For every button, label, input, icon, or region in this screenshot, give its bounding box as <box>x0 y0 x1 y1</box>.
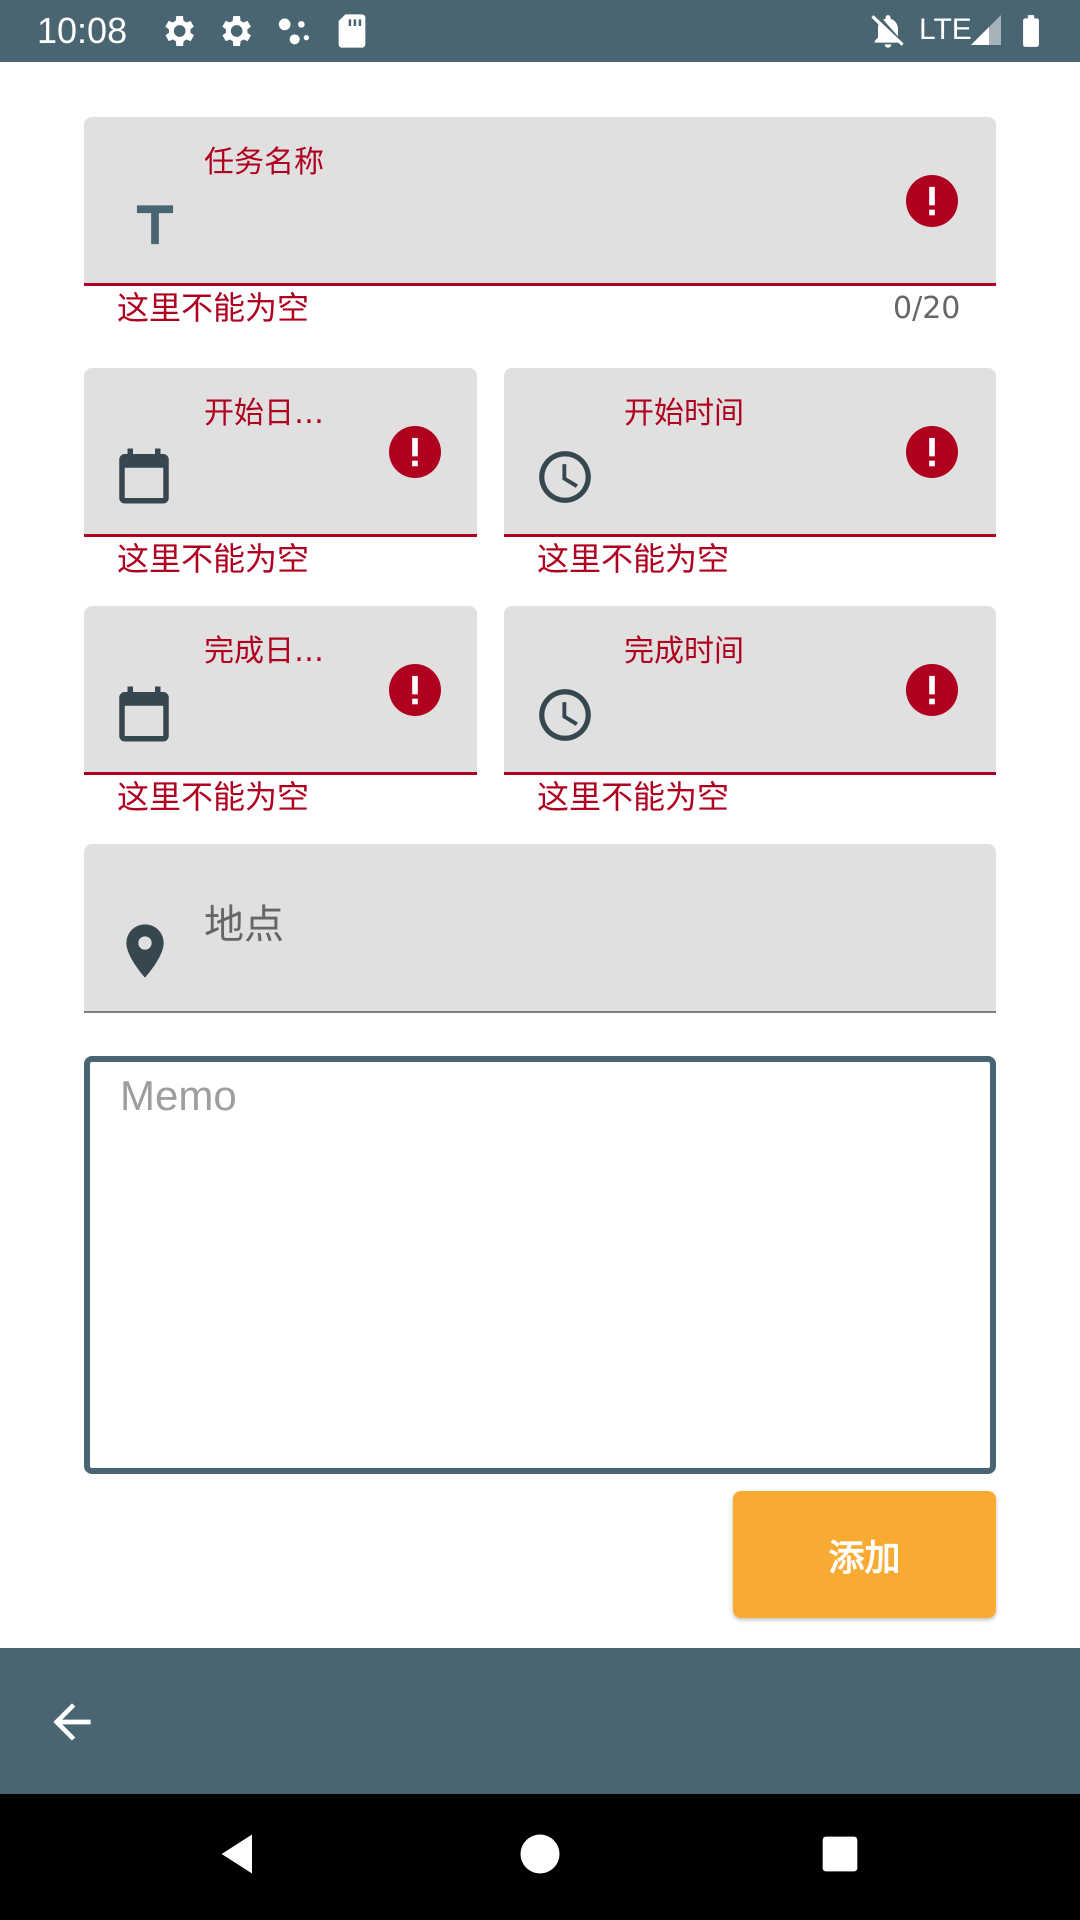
task-name-error: 这里不能为空 <box>117 289 310 327</box>
start-date-label: 开始日… <box>204 396 324 431</box>
nav-home-icon[interactable] <box>514 1828 566 1880</box>
memo-box <box>84 1056 996 1474</box>
settings-icon <box>165 16 194 46</box>
task-name-counter: 0/20 <box>893 291 961 326</box>
clock-icon <box>539 451 591 503</box>
finish-time-error: 这里不能为空 <box>537 778 730 816</box>
location-placeholder: 地点 <box>204 902 284 948</box>
settings-icon <box>222 16 251 46</box>
finish-date-error: 这里不能为空 <box>117 778 310 816</box>
error-icon <box>906 426 958 478</box>
error-icon <box>906 664 958 716</box>
system-nav-bar <box>0 1794 1080 1920</box>
location-field[interactable]: 地点 <box>84 844 996 1013</box>
start-time-field[interactable]: 开始时间 <box>504 368 996 537</box>
bottom-app-bar <box>0 1648 1080 1794</box>
add-button[interactable]: 添加 <box>733 1491 996 1618</box>
memo-input[interactable] <box>90 1062 990 1468</box>
sd-card-icon <box>338 14 366 48</box>
error-icon <box>389 664 441 716</box>
signal-icon <box>971 15 1001 45</box>
title-text-icon <box>136 205 174 245</box>
start-date-field[interactable]: 开始日… <box>84 368 477 537</box>
battery-icon <box>1023 15 1039 47</box>
finish-date-field[interactable]: 完成日… <box>84 606 477 775</box>
start-date-error: 这里不能为空 <box>117 540 310 578</box>
calendar-icon <box>119 686 169 742</box>
status-bar: 10:08 LTE <box>0 0 1080 62</box>
arrow-back-icon[interactable] <box>44 1694 100 1750</box>
nav-recents-icon[interactable] <box>814 1828 866 1880</box>
start-time-label: 开始时间 <box>624 396 744 431</box>
calendar-icon <box>119 448 169 504</box>
finish-time-label: 完成时间 <box>624 634 744 669</box>
clock-icon <box>539 689 591 741</box>
finish-date-label: 完成日… <box>204 634 324 669</box>
start-time-error: 这里不能为空 <box>537 540 730 578</box>
error-icon <box>906 175 958 227</box>
status-time: 10:08 <box>37 10 128 51</box>
task-name-field[interactable]: 任务名称 <box>84 117 996 286</box>
location-pin-icon <box>126 924 164 978</box>
finish-time-field[interactable]: 完成时间 <box>504 606 996 775</box>
error-icon <box>389 426 441 478</box>
assistant-icon <box>278 18 309 45</box>
task-name-label: 任务名称 <box>204 145 324 180</box>
network-type: LTE <box>919 13 972 46</box>
notifications-off-icon <box>871 15 904 48</box>
nav-back-icon[interactable] <box>213 1828 265 1880</box>
